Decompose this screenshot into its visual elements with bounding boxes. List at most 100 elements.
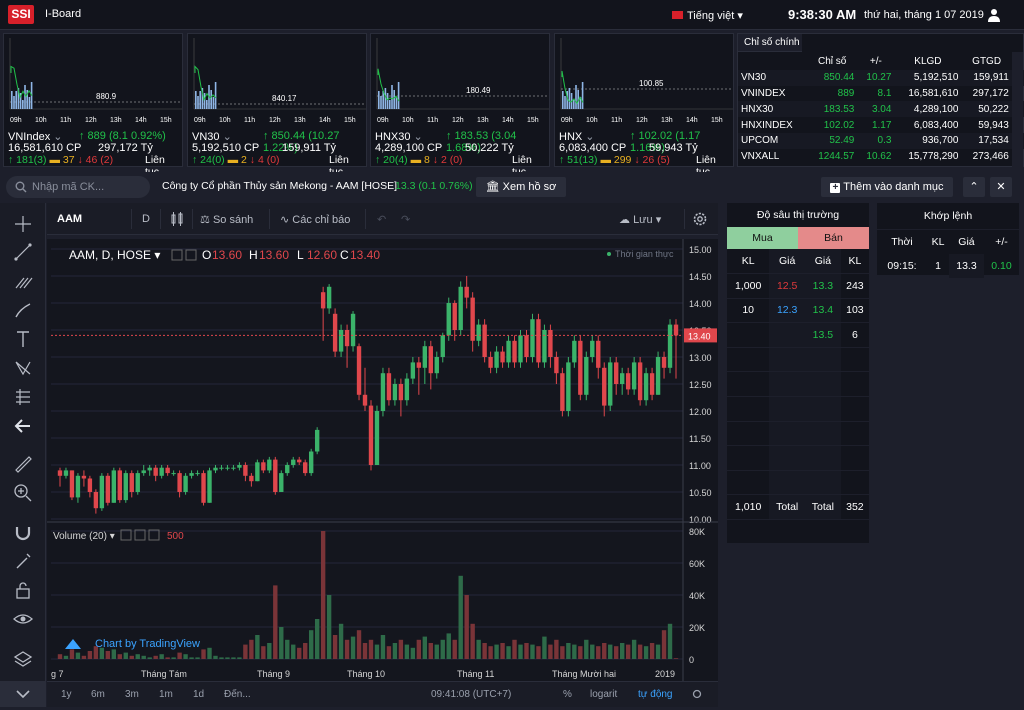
mini-time-label: 11h [427,117,438,124]
range-0[interactable]: 1y [61,689,72,700]
ssi-logo[interactable]: SSI [8,5,34,24]
undo-icon[interactable]: ↶ [377,213,386,226]
back-arrow-icon[interactable] [12,415,34,437]
date-label: thứ hai, tháng 1 07 2019 [864,9,984,21]
index-value: 889 [837,87,855,99]
log-toggle[interactable]: logarit [590,689,617,700]
range-1[interactable]: 6m [91,689,105,700]
volume-bar [440,639,445,659]
range-3[interactable]: 1m [159,689,173,700]
candle-body [344,330,350,347]
total-bid-volume: 1,010 [727,494,770,521]
candle-body [404,378,410,401]
x-axis-label: Tháng 10 [347,669,385,679]
ask-volume: 243 [840,273,869,299]
language-selector[interactable]: Tiếng việt ▾ [672,9,743,22]
mini-chart-hnx30[interactable]: 180.49 09h 10h 11h 12h 13h 14h 15h HNX30 ⌄ ↑ 183.… [370,33,550,178]
index-change: 3.04 [857,101,895,118]
mini-volume: 16,581,610 CP [8,142,82,154]
add-to-watchlist-button[interactable]: + Thêm vào danh mục [821,177,953,197]
auto-toggle[interactable]: tự động [638,689,673,700]
mini-time-label: 10h [586,117,598,124]
layers-icon[interactable] [12,648,34,670]
total-ask-volume: 352 [840,494,869,521]
volume-bar [673,658,679,659]
index-row[interactable]: VNXALL1244.5710.6215,778,290273,466↑ [738,149,1024,165]
chart-legend: AAM, D, HOSE ▾ [69,248,160,262]
brush-icon[interactable] [12,299,34,321]
volume-bar [308,630,314,659]
collapse-icon[interactable]: ⌃ [963,177,985,197]
view-profile-label: Xem hồ sơ [502,181,557,193]
volume-bar [183,654,188,659]
volume-bar [368,639,374,659]
volume-tick: 80K [689,527,705,537]
pattern-icon[interactable] [12,357,34,379]
x-axis-label: Tháng Tám [141,669,187,679]
toolbar-expand-button[interactable] [0,681,46,707]
index-scrollbar[interactable] [1012,52,1023,168]
x-axis-label: Tháng 11 [457,669,494,679]
candlestick-chart[interactable]: 15.0014.5014.0013.5013.0012.5012.0011.50… [47,239,718,683]
mini-chart-hnx[interactable]: 100.85 09h 10h 11h 12h 13h 14h 15h HNX ⌄ ↑ 102.02… [554,33,734,178]
volume-bar [476,639,481,659]
volume-bar [566,643,571,659]
volume-bar [165,657,170,659]
index-row[interactable]: VN30850.4410.275,192,510159,911↑ [738,69,1024,86]
range-5[interactable]: Đến... [224,689,251,700]
volume-bar [225,657,230,659]
range-2[interactable]: 3m [125,689,139,700]
index-row[interactable]: UPCOM52.490.3936,70017,534↑ [738,132,1024,149]
ruler-icon[interactable] [12,453,34,475]
x-axis-label: 2019 [655,669,675,679]
save-button[interactable]: ☁ Lưu ▾ [619,213,661,226]
zoom-in-icon[interactable] [12,482,34,504]
text-icon[interactable] [12,328,34,350]
eye-icon[interactable] [12,608,34,630]
close-icon[interactable]: ✕ [990,177,1012,197]
volume-bar [177,652,182,659]
trend-line-icon[interactable] [12,241,34,263]
index-header: +/- [869,56,882,68]
interval-selector[interactable]: D [142,213,150,225]
tab-main-index[interactable]: Chỉ số chính [738,34,802,52]
candle-body [213,467,218,471]
mini-chart-vnindex[interactable]: 880.9 09h 10h 11h 12h 13h 14h 15h VNIndex ⌄ ↑ 889… [3,33,183,178]
mini-time-label: 13h [294,117,306,124]
settings-small-icon[interactable] [692,689,702,699]
user-icon[interactable] [988,8,1000,22]
index-row[interactable]: HNX30183.533.044,289,10050,222↑ [738,101,1024,118]
percent-toggle[interactable]: % [563,689,572,700]
range-4[interactable]: 1d [193,689,204,700]
magnet-icon[interactable] [12,521,34,543]
lock-drawing-icon[interactable] [12,550,34,572]
mini-chart-vn30[interactable]: 840.17 09h 10h 11h 12h 13h 14h 15h VN30 ⌄ ↑ 850.4… [187,33,367,178]
mini-ref-count: ▬ 8 [410,154,430,166]
volume-bar [500,643,505,659]
candle-style-icon[interactable] [171,212,183,226]
redo-icon[interactable]: ↷ [401,213,410,226]
candle-body [500,351,505,363]
prediction-icon[interactable] [12,386,34,408]
ask-price [805,421,841,447]
index-volume: 5,192,510 [894,69,962,86]
crosshair-icon[interactable] [12,213,34,235]
chart-symbol-input[interactable]: AAM [57,213,82,225]
indicators-button[interactable]: ∿ Các chỉ báo [280,213,350,226]
volume-bar [249,639,254,659]
index-row[interactable]: VNINDEX8898.116,581,610297,172↑ [738,86,1024,102]
symbol-search-input[interactable]: Nhập mã CK... [6,176,150,198]
pitchfork-icon[interactable] [12,270,34,292]
view-profile-button[interactable]: 🏛 Xem hồ sơ [476,177,566,197]
volume-value: 500 [167,531,184,542]
compare-button[interactable]: ⚖ So sánh [200,213,253,226]
candle-body [255,462,260,482]
candle-body [368,405,374,465]
index-row[interactable]: HNXINDEX102.021.176,083,40059,943↑ [738,117,1024,133]
lock-icon[interactable] [12,579,34,601]
volume-bar [631,639,637,659]
price-tick: 14.50 [689,272,712,282]
candle-body [273,459,278,492]
candle-body [542,330,547,363]
settings-gear-icon[interactable] [692,211,708,227]
